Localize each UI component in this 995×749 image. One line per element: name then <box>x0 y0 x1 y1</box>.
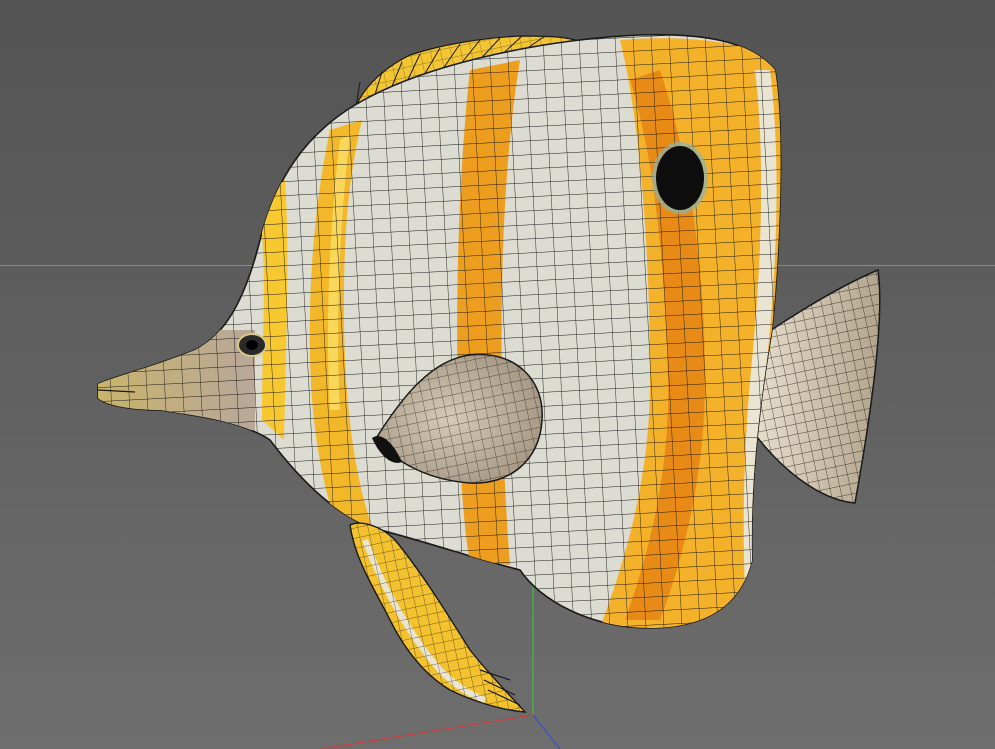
eye <box>237 333 267 357</box>
eyespot <box>652 142 708 214</box>
3d-viewport[interactable] <box>0 0 995 749</box>
z-axis-line <box>532 714 561 749</box>
fish-body[interactable] <box>90 30 790 640</box>
body-wireframe <box>98 34 781 629</box>
x-axis-line <box>319 714 534 749</box>
scene-canvas[interactable] <box>0 0 995 749</box>
